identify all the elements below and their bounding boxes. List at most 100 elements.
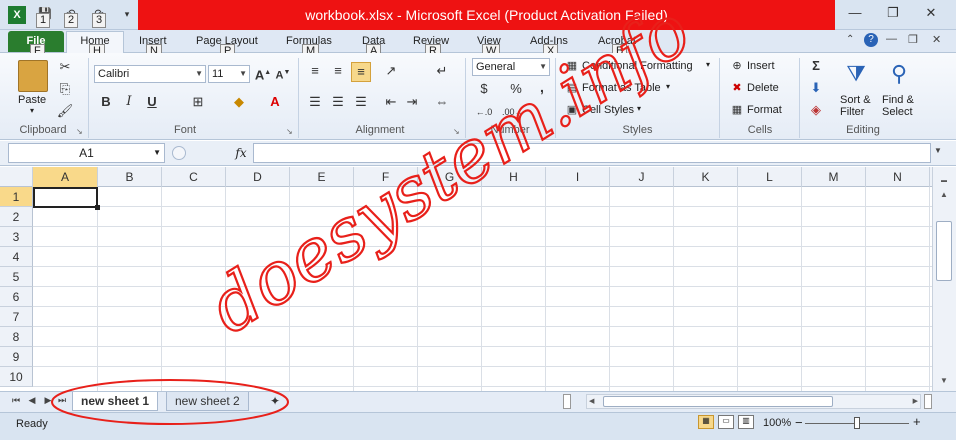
- expand-formula-bar-icon[interactable]: ▼: [934, 146, 942, 155]
- clipboard-launcher-icon[interactable]: ↘: [76, 127, 83, 136]
- worksheet-grid[interactable]: ABCDEFGHIJKLMN 1 2 3 4 5 6 7 8 9 10: [0, 167, 932, 391]
- alignment-launcher-icon[interactable]: ↘: [453, 127, 460, 136]
- align-right-icon[interactable]: ☰: [351, 93, 371, 113]
- binoculars-icon[interactable]: ⚲: [886, 59, 912, 89]
- column-header-a[interactable]: A: [33, 167, 98, 187]
- decrease-decimal-icon[interactable]: .00→: [502, 103, 524, 123]
- row-header-5[interactable]: 5: [0, 267, 33, 287]
- column-header-c[interactable]: C: [162, 167, 226, 187]
- help-icon[interactable]: ?: [864, 33, 878, 47]
- active-cell-a1[interactable]: [33, 187, 100, 210]
- increase-indent-icon[interactable]: ⇥: [402, 93, 422, 113]
- align-center-icon[interactable]: ☰: [328, 93, 348, 113]
- font-name-combo[interactable]: Calibri ▼: [94, 65, 206, 83]
- cut-icon[interactable]: ✂: [55, 58, 75, 78]
- select-all-corner[interactable]: [0, 167, 33, 187]
- find-select-button-line1[interactable]: Find &: [882, 94, 914, 106]
- column-header-j[interactable]: J: [610, 167, 674, 187]
- orientation-icon[interactable]: ↗: [381, 62, 401, 82]
- bold-button[interactable]: B: [96, 93, 116, 113]
- autosum-button[interactable]: Σ: [806, 57, 826, 77]
- cell-styles-icon[interactable]: ▣: [562, 101, 582, 121]
- column-header-i[interactable]: I: [546, 167, 610, 187]
- zoom-level[interactable]: 100%: [763, 417, 791, 429]
- format-as-table-button[interactable]: Format as Table: [582, 82, 661, 94]
- column-header-f[interactable]: F: [354, 167, 418, 187]
- scroll-right-icon[interactable]: ▶: [913, 395, 918, 408]
- wrap-text-icon[interactable]: ↵: [432, 62, 452, 82]
- scroll-up-icon[interactable]: ▲: [936, 187, 952, 203]
- doc-minimize-icon[interactable]: —: [886, 33, 897, 45]
- paste-icon[interactable]: [18, 60, 48, 92]
- insert-cells-icon[interactable]: ⊕: [727, 57, 747, 77]
- page-break-view-icon[interactable]: ▥: [738, 415, 754, 429]
- row-header-9[interactable]: 9: [0, 347, 33, 367]
- column-header-e[interactable]: E: [290, 167, 354, 187]
- formula-bar-handle-icon[interactable]: [172, 146, 186, 160]
- italic-button[interactable]: I: [119, 93, 139, 113]
- currency-button[interactable]: $: [474, 80, 494, 100]
- format-as-table-icon[interactable]: ▤: [562, 79, 582, 99]
- minimize-button[interactable]: —: [840, 2, 870, 24]
- comma-button[interactable]: ,: [532, 78, 552, 98]
- column-header-h[interactable]: H: [482, 167, 546, 187]
- zoom-out-button[interactable]: −: [795, 415, 803, 430]
- row-header-8[interactable]: 8: [0, 327, 33, 347]
- row-header-2[interactable]: 2: [0, 207, 33, 227]
- column-header-d[interactable]: D: [226, 167, 290, 187]
- find-select-button-line2[interactable]: Select: [882, 106, 913, 118]
- doc-close-icon[interactable]: ✕: [932, 33, 941, 46]
- next-sheet-icon[interactable]: ▶: [42, 395, 54, 406]
- decrease-indent-icon[interactable]: ⇤: [381, 93, 401, 113]
- delete-cells-icon[interactable]: ✖: [727, 79, 747, 99]
- page-layout-view-icon[interactable]: ▭: [718, 415, 734, 429]
- align-bottom-icon[interactable]: ≡: [351, 62, 371, 82]
- scroll-left-icon[interactable]: ◀: [589, 395, 594, 408]
- row-header-7[interactable]: 7: [0, 307, 33, 327]
- column-header-n[interactable]: N: [866, 167, 930, 187]
- grow-font-icon[interactable]: A▲: [253, 64, 273, 84]
- column-header-g[interactable]: G: [418, 167, 482, 187]
- row-header-4[interactable]: 4: [0, 247, 33, 267]
- format-painter-icon[interactable]: 🖌: [55, 102, 75, 122]
- font-size-combo[interactable]: 11 ▼: [208, 65, 250, 83]
- prev-sheet-icon[interactable]: ◀: [26, 395, 38, 406]
- conditional-formatting-button[interactable]: Conditional Formatting: [582, 60, 693, 72]
- sort-filter-icon[interactable]: ⧩: [843, 59, 869, 89]
- clear-icon[interactable]: ◈: [806, 101, 826, 121]
- hsplit-box-icon[interactable]: [924, 394, 932, 409]
- fill-icon[interactable]: ⬇: [806, 79, 826, 99]
- delete-cells-button[interactable]: Delete: [747, 82, 779, 94]
- column-header-m[interactable]: M: [802, 167, 866, 187]
- column-header-l[interactable]: L: [738, 167, 802, 187]
- font-launcher-icon[interactable]: ↘: [286, 127, 293, 136]
- zoom-slider-thumb[interactable]: [854, 417, 860, 429]
- format-cells-button[interactable]: Format: [747, 104, 782, 116]
- last-sheet-icon[interactable]: ⏭: [56, 395, 68, 406]
- increase-decimal-icon[interactable]: ←.0: [474, 103, 494, 123]
- align-middle-icon[interactable]: ≡: [328, 62, 348, 82]
- formula-input[interactable]: [253, 143, 931, 163]
- horizontal-scrollbar[interactable]: ◀ ▶: [586, 394, 921, 409]
- tab-split-handle[interactable]: [563, 394, 571, 409]
- shrink-font-icon[interactable]: A▼: [273, 64, 293, 84]
- excel-logo-icon[interactable]: X: [8, 6, 26, 24]
- fill-color-icon[interactable]: ◆: [229, 93, 249, 113]
- sheet-tab-new-sheet-2[interactable]: new sheet 2: [166, 392, 249, 411]
- align-left-icon[interactable]: ☰: [305, 93, 325, 113]
- horizontal-scroll-thumb[interactable]: [603, 396, 833, 407]
- insert-sheet-icon[interactable]: ✦: [262, 392, 284, 411]
- sort-filter-button-line2[interactable]: Filter: [840, 106, 864, 118]
- font-color-icon[interactable]: A: [265, 93, 285, 113]
- fill-handle[interactable]: [95, 205, 100, 210]
- qat-customize-icon[interactable]: ▾: [118, 5, 136, 23]
- row-header-1[interactable]: 1: [0, 187, 33, 207]
- name-box[interactable]: A1 ▼: [8, 143, 165, 163]
- row-header-10[interactable]: 10: [0, 367, 33, 387]
- column-header-k[interactable]: K: [674, 167, 738, 187]
- scroll-down-icon[interactable]: ▼: [936, 373, 952, 389]
- vertical-scroll-thumb[interactable]: [936, 221, 952, 281]
- conditional-formatting-icon[interactable]: ▦: [562, 57, 582, 77]
- underline-button[interactable]: U: [142, 93, 162, 113]
- restore-button[interactable]: ❐: [878, 2, 908, 24]
